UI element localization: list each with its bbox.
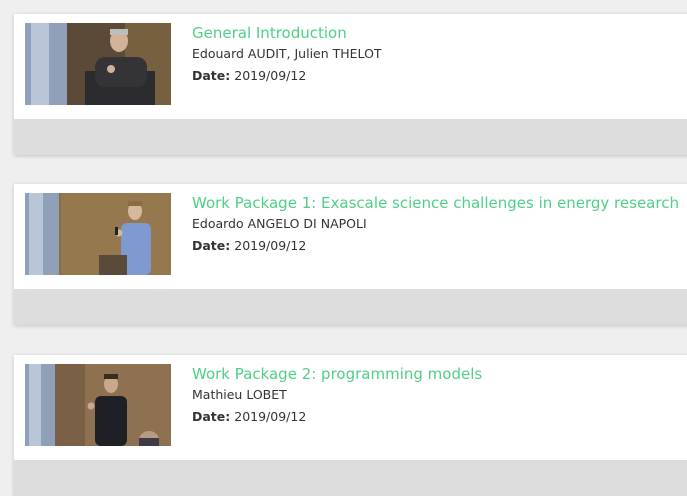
- video-list: General Introduction Edouard AUDIT, Juli…: [0, 0, 687, 496]
- date-value: 2019/09/12: [234, 238, 307, 253]
- video-title-link[interactable]: General Introduction: [192, 23, 687, 43]
- video-date: Date: 2019/09/12: [192, 407, 687, 427]
- video-authors: Edouard AUDIT, Julien THELOT: [192, 46, 382, 61]
- date-label: Date:: [192, 68, 231, 83]
- date-label: Date:: [192, 409, 231, 424]
- video-title-link[interactable]: Work Package 1: Exascale science challen…: [192, 193, 687, 213]
- video-date: Date: 2019/09/12: [192, 236, 687, 256]
- date-value: 2019/09/12: [234, 409, 307, 424]
- video-thumbnail[interactable]: [25, 364, 171, 446]
- video-card: Work Package 2: programming models Mathi…: [14, 355, 687, 496]
- date-value: 2019/09/12: [234, 68, 307, 83]
- video-card-body: General Introduction Edouard AUDIT, Juli…: [14, 14, 687, 119]
- video-date: Date: 2019/09/12: [192, 66, 687, 86]
- video-info: Work Package 1: Exascale science challen…: [192, 193, 687, 256]
- video-card: Work Package 1: Exascale science challen…: [14, 184, 687, 325]
- video-thumbnail[interactable]: [25, 193, 171, 275]
- video-thumbnail[interactable]: [25, 23, 171, 105]
- video-authors: Edoardo ANGELO DI NAPOLI: [192, 216, 367, 231]
- video-card-body: Work Package 2: programming models Mathi…: [14, 355, 687, 460]
- video-info: General Introduction Edouard AUDIT, Juli…: [192, 23, 687, 86]
- video-card-body: Work Package 1: Exascale science challen…: [14, 184, 687, 289]
- video-card: General Introduction Edouard AUDIT, Juli…: [14, 14, 687, 155]
- date-label: Date:: [192, 238, 231, 253]
- video-title-link[interactable]: Work Package 2: programming models: [192, 364, 687, 384]
- video-authors: Mathieu LOBET: [192, 387, 287, 402]
- video-info: Work Package 2: programming models Mathi…: [192, 364, 687, 427]
